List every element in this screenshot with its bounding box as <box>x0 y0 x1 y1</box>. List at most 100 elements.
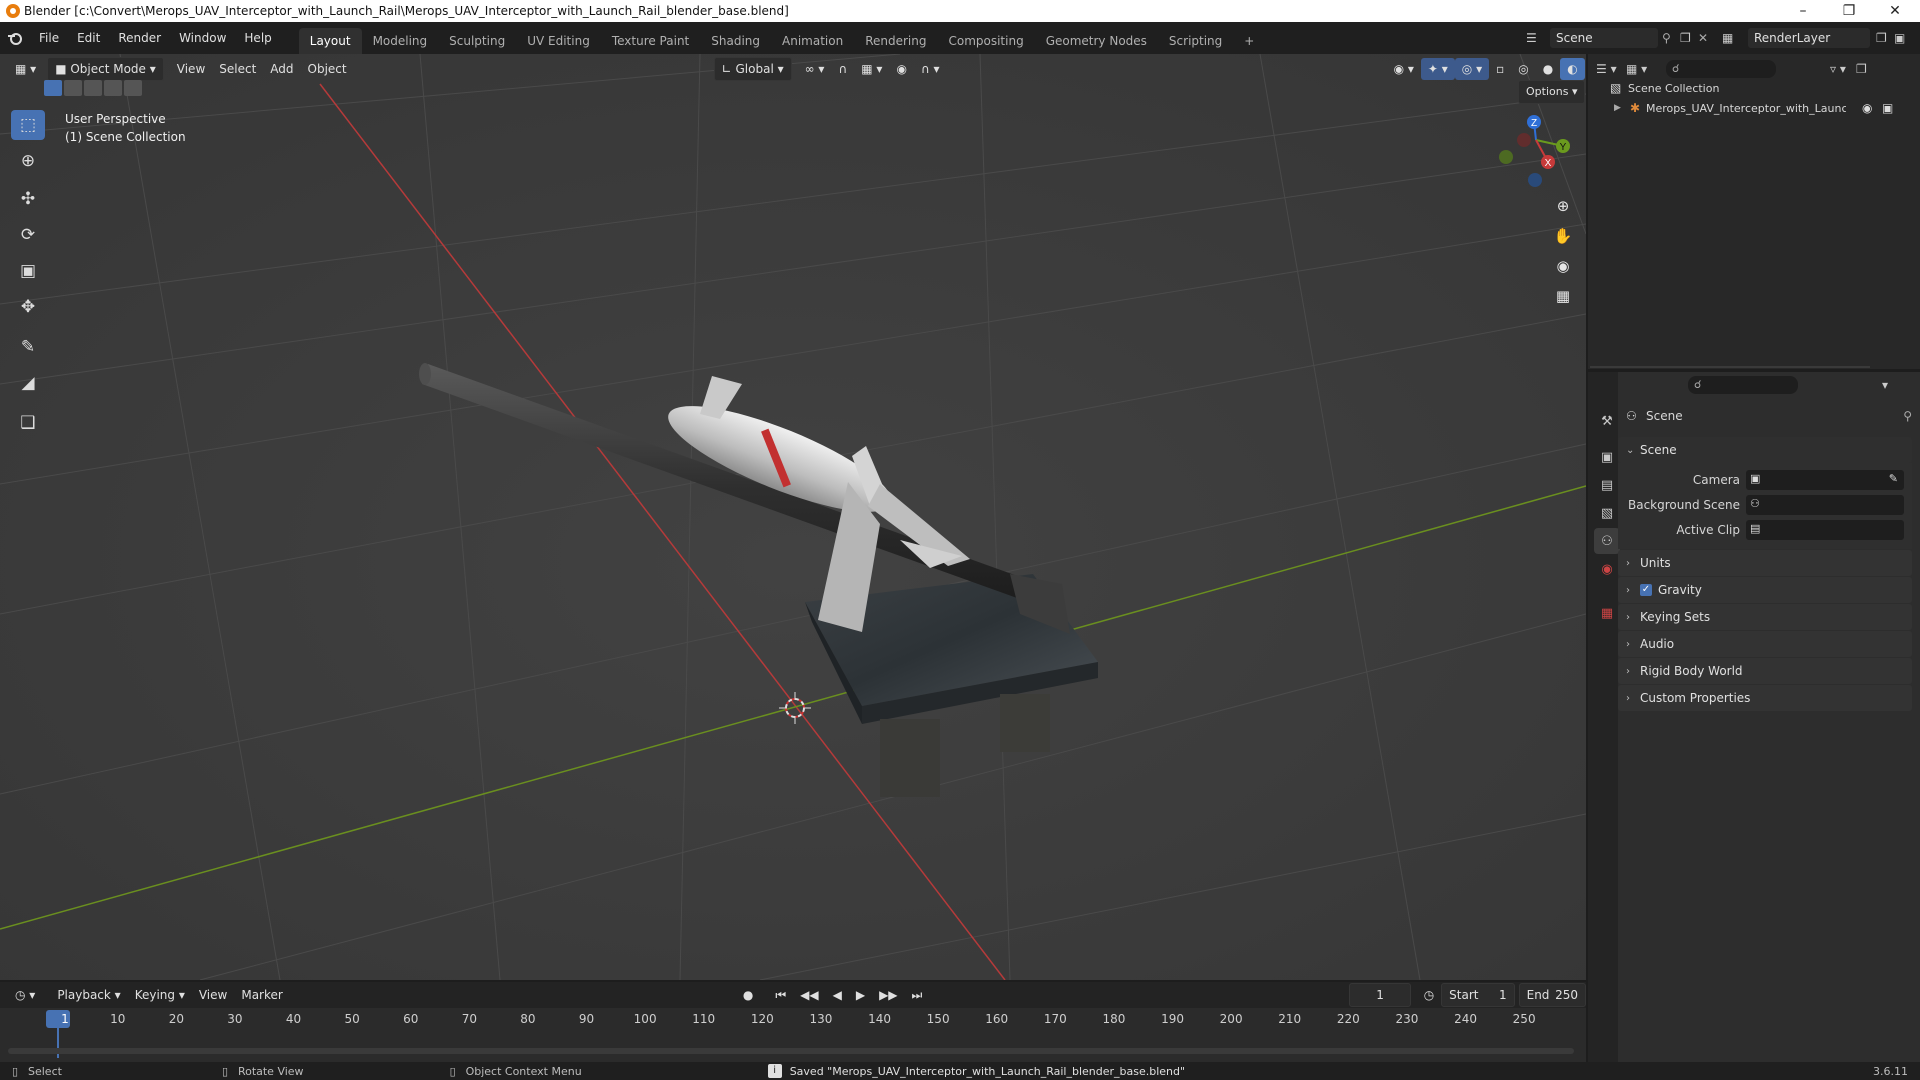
prev-keyframe-icon[interactable]: ◀◀ <box>793 984 825 1006</box>
visibility-eye-icon[interactable]: ◉ <box>1862 101 1882 115</box>
pan-hand-icon[interactable]: ✋ <box>1548 222 1578 250</box>
tab-sculpting[interactable]: Sculpting <box>438 28 516 54</box>
new-collection-icon[interactable]: ❐ <box>1856 62 1876 76</box>
material-shading-icon[interactable]: ◐ <box>1560 58 1585 80</box>
visibility-icon[interactable]: ◉ ▾ <box>1387 58 1421 80</box>
tab-modeling[interactable]: Modeling <box>362 28 439 54</box>
select-invert-icon[interactable] <box>104 80 122 96</box>
measure-icon[interactable]: ◢ <box>11 368 45 398</box>
camera-view-icon[interactable]: ◉ <box>1548 252 1578 280</box>
minimize-button[interactable]: – <box>1780 0 1826 22</box>
pin-context-icon[interactable]: ⚲ <box>1903 409 1912 423</box>
play-icon[interactable]: ▶ <box>849 984 872 1006</box>
3d-viewport[interactable]: Z Y X User Perspective (1) Scene Collect… <box>0 54 1586 980</box>
menu-edit[interactable]: Edit <box>68 22 109 54</box>
eyedropper-icon[interactable]: ✎ <box>1889 472 1898 485</box>
menu-playback[interactable]: Playback ▾ <box>50 984 127 1006</box>
audio-panel[interactable]: › Audio <box>1618 631 1912 657</box>
gizmo-toggle-icon[interactable]: ✦ ▾ <box>1420 58 1455 80</box>
select-intersect-icon[interactable] <box>124 80 142 96</box>
zoom-icon[interactable]: ⊕ <box>1548 192 1578 220</box>
camera-field[interactable]: ▣ ✎ <box>1746 470 1904 490</box>
timeline-editor-icon[interactable]: ◷ ▾ <box>8 984 42 1006</box>
jump-start-icon[interactable]: ⏮ <box>768 984 793 1006</box>
pivot-point-icon[interactable]: ∞ ▾ <box>798 58 832 80</box>
start-frame-field[interactable]: Start 1 <box>1441 983 1515 1007</box>
jump-end-icon[interactable]: ⏭ <box>905 984 930 1006</box>
tab-shading[interactable]: Shading <box>700 28 771 54</box>
tool-tab-icon[interactable]: ⚒ <box>1594 408 1620 434</box>
select-extend-icon[interactable] <box>64 80 82 96</box>
display-mode-icon[interactable]: ▦ ▾ <box>1626 62 1656 76</box>
options-button[interactable]: Options ▾ <box>1518 80 1586 104</box>
menu-view[interactable]: View <box>170 58 212 80</box>
record-icon[interactable]: ● <box>736 984 760 1006</box>
tab-layout[interactable]: Layout <box>298 28 362 54</box>
solid-shading-icon[interactable]: ● <box>1536 58 1560 80</box>
end-frame-field[interactable]: End 250 <box>1518 983 1586 1007</box>
move-icon[interactable]: ✣ <box>11 184 45 214</box>
pin-icon[interactable]: ⚲ <box>1662 31 1680 45</box>
world-tab-icon[interactable]: ◉ <box>1594 556 1620 582</box>
active-clip-field[interactable]: ▤ <box>1746 520 1904 540</box>
filter-icon[interactable]: ▿ ▾ <box>1830 62 1856 76</box>
tab-texture-paint[interactable]: Texture Paint <box>601 28 700 54</box>
menu-render[interactable]: Render <box>109 22 170 54</box>
custom-properties-panel[interactable]: › Custom Properties <box>1618 685 1912 711</box>
menu-marker[interactable]: Marker <box>234 984 289 1006</box>
outliner-scrollbar[interactable] <box>1590 366 1870 368</box>
select-new-icon[interactable] <box>44 80 62 96</box>
properties-search-input[interactable]: ☌ <box>1688 376 1798 394</box>
expand-arrow-icon[interactable]: ▶ <box>1614 103 1630 113</box>
properties-options-icon[interactable]: ▾ <box>1882 378 1888 392</box>
gravity-panel[interactable]: › ✓ Gravity <box>1618 577 1912 603</box>
blender-menu-icon[interactable] <box>0 30 30 46</box>
snap-icon[interactable]: ∩ <box>831 58 854 80</box>
tab-compositing[interactable]: Compositing <box>937 28 1034 54</box>
overlay-toggle-icon[interactable]: ◎ ▾ <box>1454 58 1490 80</box>
select-box-icon[interactable]: ⬚ <box>11 110 45 140</box>
scale-icon[interactable]: ▣ <box>11 256 45 286</box>
transform-icon[interactable]: ✥ <box>11 292 45 322</box>
delete-scene-icon[interactable]: ✕ <box>1698 31 1716 45</box>
current-frame-field[interactable]: 1 <box>1349 983 1411 1007</box>
menu-keying[interactable]: Keying ▾ <box>128 984 192 1006</box>
snap-target-icon[interactable]: ▦ ▾ <box>854 58 889 80</box>
maximize-button[interactable]: ❐ <box>1826 0 1872 22</box>
menu-select[interactable]: Select <box>212 58 263 80</box>
tab-scripting[interactable]: Scripting <box>1158 28 1233 54</box>
next-keyframe-icon[interactable]: ▶▶ <box>872 984 904 1006</box>
menu-object[interactable]: Object <box>301 58 354 80</box>
background-scene-field[interactable]: ⚇ <box>1746 495 1904 515</box>
add-workspace-button[interactable]: + <box>1233 28 1265 54</box>
editor-type-icon[interactable]: ▦ ▾ <box>8 58 43 80</box>
play-reverse-icon[interactable]: ◀ <box>826 984 849 1006</box>
view-layer-browse-icon[interactable]: ▦ <box>1722 31 1748 45</box>
rotate-icon[interactable]: ⟳ <box>11 220 45 250</box>
texture-tab-icon[interactable]: ▦ <box>1594 600 1620 626</box>
close-button[interactable]: ✕ <box>1872 0 1918 22</box>
tab-uv-editing[interactable]: UV Editing <box>516 28 601 54</box>
new-layer-icon[interactable]: ❐ <box>1876 31 1894 45</box>
menu-add[interactable]: Add <box>263 58 300 80</box>
add-cube-icon[interactable]: ❑ <box>11 408 45 438</box>
render-layer-field[interactable]: RenderLayer <box>1748 28 1870 48</box>
tab-geometry-nodes[interactable]: Geometry Nodes <box>1035 28 1158 54</box>
tab-rendering[interactable]: Rendering <box>854 28 937 54</box>
cursor-icon[interactable]: ⊕ <box>11 146 45 176</box>
proportional-edit-icon[interactable]: ◉ <box>889 58 913 80</box>
wireframe-shading-icon[interactable]: ◎ <box>1511 58 1535 80</box>
perspective-toggle-icon[interactable]: ▦ <box>1548 282 1578 310</box>
select-subtract-icon[interactable] <box>84 80 102 96</box>
outliner-item[interactable]: ▶ ✱ Merops_UAV_Interceptor_with_Launch_ … <box>1614 98 1914 118</box>
xray-icon[interactable]: ▫ <box>1489 58 1511 80</box>
menu-timeline-view[interactable]: View <box>192 984 234 1006</box>
scene-panel-header[interactable]: ⌄ Scene <box>1618 437 1912 463</box>
gravity-checkbox[interactable]: ✓ <box>1640 584 1652 596</box>
preview-range-icon[interactable]: ◷ <box>1417 984 1441 1006</box>
timeline-scrollbar[interactable] <box>8 1048 1574 1054</box>
annotate-icon[interactable]: ✎ <box>11 332 45 362</box>
new-scene-icon[interactable]: ❐ <box>1680 31 1698 45</box>
scene-browse-icon[interactable]: ☰ <box>1526 31 1550 45</box>
tab-animation[interactable]: Animation <box>771 28 854 54</box>
